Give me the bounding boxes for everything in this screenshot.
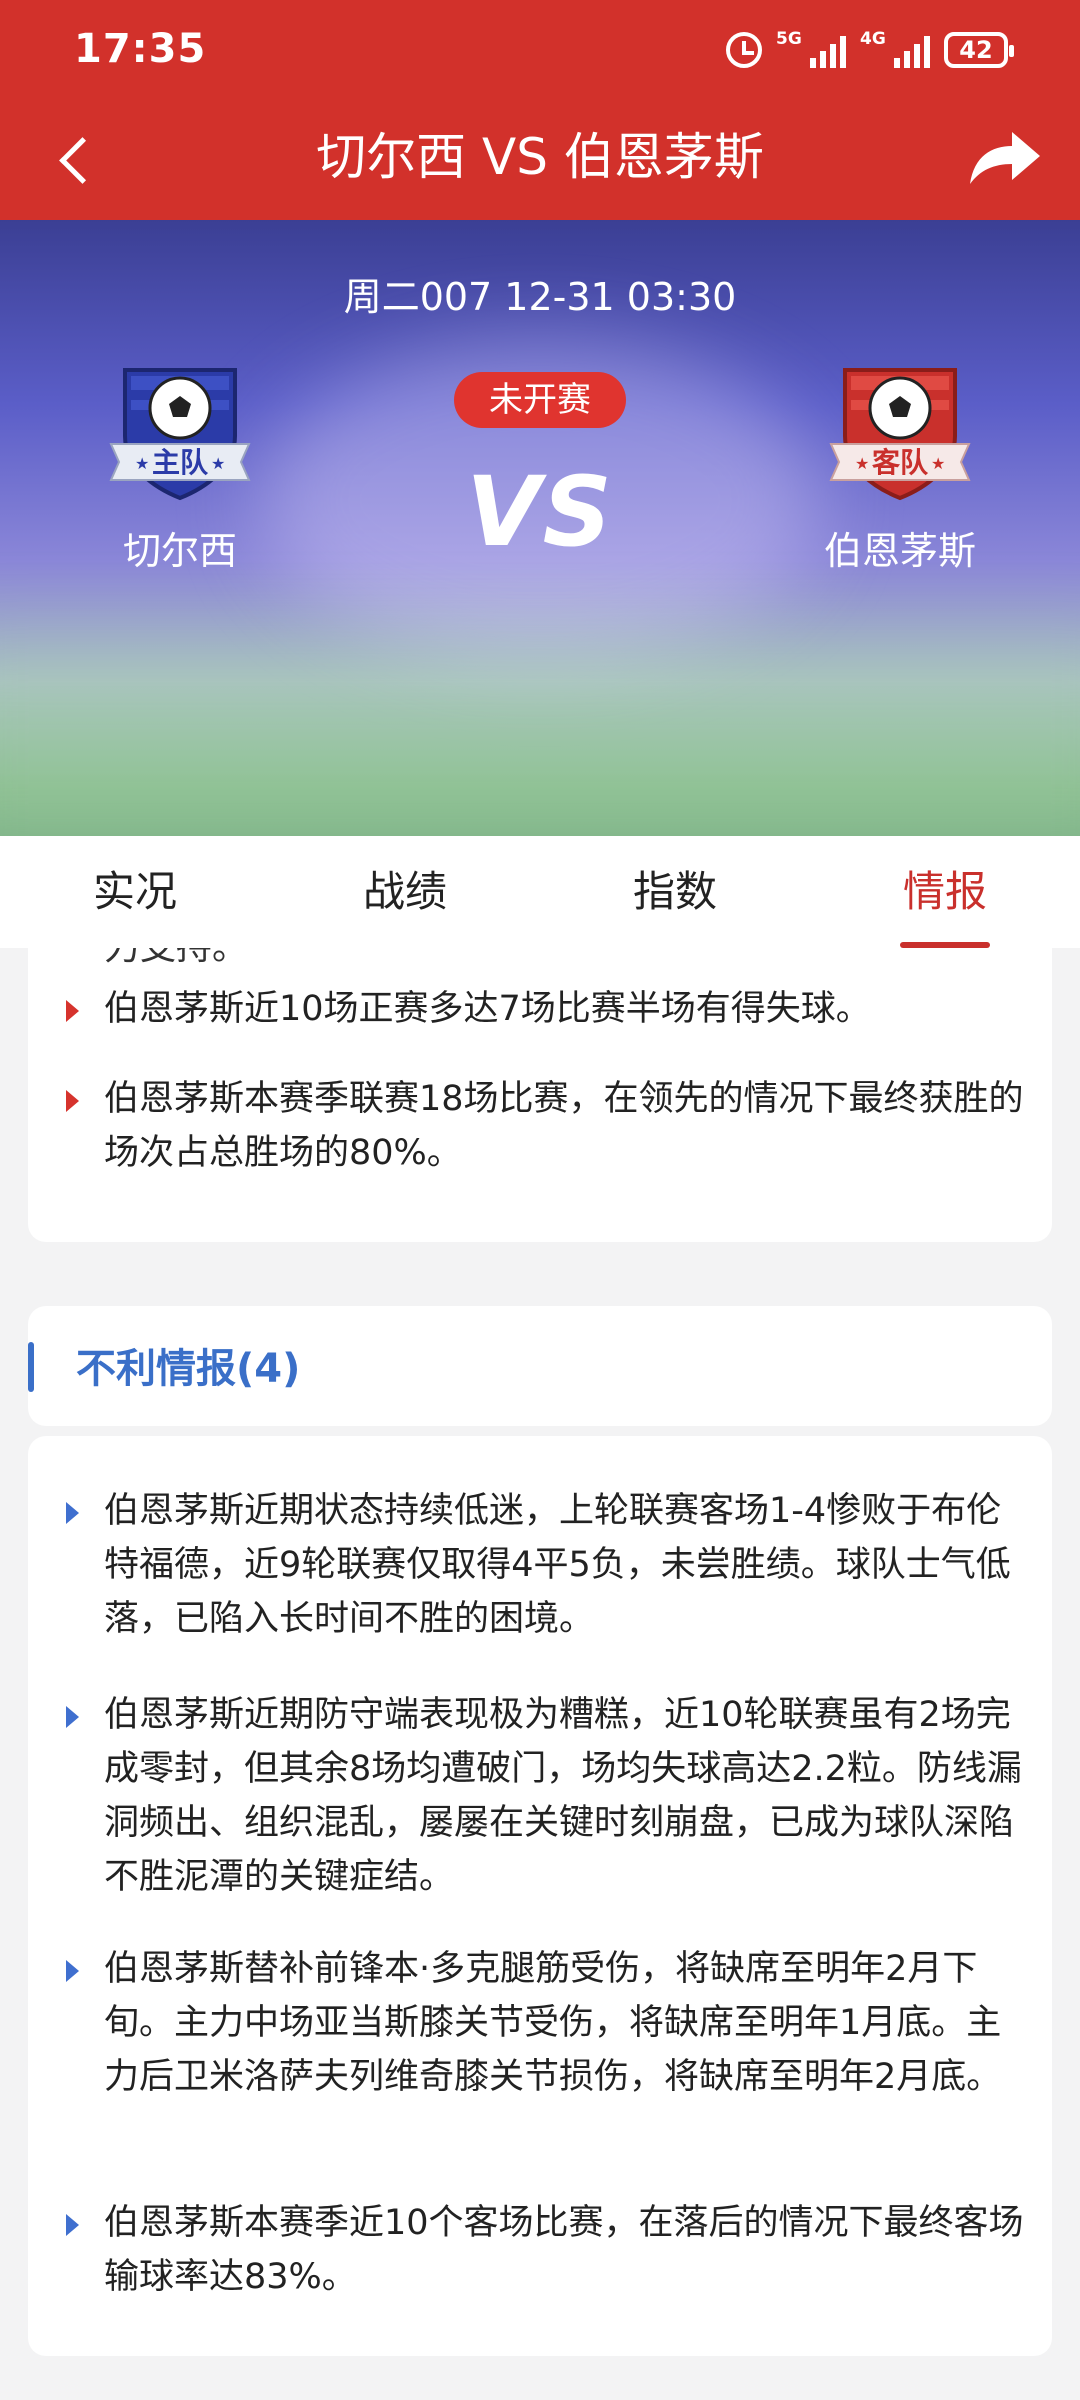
bullet-red-icon (66, 1000, 79, 1022)
list-item: 伯恩茅斯近期状态持续低迷，上轮联赛客场1-4惨败于布伦特福德，近9轮联赛仅取得4… (66, 1484, 1034, 1646)
list-item: 伯恩茅斯本赛季联赛18场比赛，在领先的情况下最终获胜的场次占总胜场的80%。 (66, 1072, 1034, 1180)
list-item-text: 伯恩茅斯本赛季近10个客场比赛，在落后的情况下最终客场输球率达83%。 (104, 2203, 1024, 2297)
tab-intel[interactable]: 情报 (810, 836, 1080, 948)
signal-5g-label: 5G (776, 29, 802, 49)
list-item: 伯恩茅斯近10场正赛多达7场比赛半场有得失球。 (66, 982, 1034, 1036)
list-item-text: 伯恩茅斯近10场正赛多达7场比赛半场有得失球。 (104, 989, 871, 1029)
battery-icon: 42 (944, 32, 1014, 68)
signal-4g-label: 4G (860, 29, 886, 49)
signal-4g-icon: 4G (860, 29, 930, 68)
list-item-text: 伯恩茅斯近期防守端表现极为糟糕，近10轮联赛虽有2场完成零封，但其余8场均遭破门… (104, 1695, 1022, 1897)
bullet-blue-icon (66, 1706, 79, 1728)
svg-text:★: ★ (855, 454, 869, 473)
bullet-red-icon (66, 1090, 79, 1112)
share-icon (970, 132, 1040, 184)
section-accent-bar (28, 1342, 34, 1392)
favorable-intel-card: 力支持。 伯恩茅斯近10场正赛多达7场比赛半场有得失球。 伯恩茅斯本赛季联赛18… (28, 948, 1052, 1242)
match-datetime: 周二007 12-31 03:30 (343, 275, 737, 319)
page-title: 切尔西 VS 伯恩茅斯 (316, 128, 764, 186)
bullet-blue-icon (66, 1502, 79, 1524)
nav-bar: 切尔西 VS 伯恩茅斯 (0, 100, 1080, 220)
svg-text:★: ★ (931, 454, 945, 473)
list-item-text: 伯恩茅斯本赛季联赛18场比赛，在领先的情况下最终获胜的场次占总胜场的80%。 (104, 1079, 1024, 1173)
share-button[interactable] (964, 126, 1044, 190)
list-item-text: 伯恩茅斯近期状态持续低迷，上轮联赛客场1-4惨败于布伦特福德，近9轮联赛仅取得4… (104, 1491, 1011, 1639)
bullet-blue-icon (66, 2214, 79, 2236)
intel-content[interactable]: 力支持。 伯恩茅斯近10场正赛多达7场比赛半场有得失球。 伯恩茅斯本赛季联赛18… (0, 948, 1080, 2400)
app-header: 17:35 5G 4G 42 切尔西 VS 伯恩茅斯 (0, 0, 1080, 220)
status-bar: 17:35 5G 4G 42 (0, 0, 1080, 100)
bullet-blue-icon (66, 1960, 79, 1982)
unfavorable-intel-card: 伯恩茅斯近期状态持续低迷，上轮联赛客场1-4惨败于布伦特福德，近9轮联赛仅取得4… (28, 1436, 1052, 2356)
unfavorable-section-header: 不利情报(4) (28, 1306, 1052, 1426)
tab-record[interactable]: 战绩 (270, 836, 540, 948)
status-icons: 5G 4G 42 (726, 28, 1014, 72)
match-hero: 周二007 12-31 03:30 ★ ★ 主队 切尔西 未开赛 VS ★ ★ … (0, 220, 1080, 836)
status-time: 17:35 (74, 26, 207, 72)
alarm-icon (726, 32, 762, 68)
tab-odds[interactable]: 指数 (540, 836, 810, 948)
list-item-text: 伯恩茅斯替补前锋本·多克腿筋受伤，将缺席至明年2月下旬。主力中场亚当斯膝关节受伤… (104, 1949, 1002, 2097)
away-team-crest-icon: ★ ★ 客队 (829, 368, 971, 501)
away-team-name: 伯恩茅斯 (823, 529, 976, 573)
tab-bar: 实况 战绩 指数 情报 (0, 836, 1080, 948)
list-item: 伯恩茅斯本赛季近10个客场比赛，在落后的情况下最终客场输球率达83%。 (66, 2196, 1034, 2304)
section-title: 不利情报(4) (76, 1346, 301, 1392)
list-item: 伯恩茅斯替补前锋本·多克腿筋受伤，将缺席至明年2月下旬。主力中场亚当斯膝关节受伤… (66, 1942, 1034, 2104)
cut-off-text: 力支持。 (104, 948, 248, 970)
hero-glow-grass (0, 640, 1080, 836)
away-badge-label: 客队 (872, 446, 929, 479)
away-team[interactable]: ★ ★ 客队 伯恩茅斯 (780, 356, 1020, 575)
tab-live[interactable]: 实况 (0, 836, 270, 948)
list-item: 伯恩茅斯近期防守端表现极为糟糕，近10轮联赛虽有2场完成零封，但其余8场均遭破门… (66, 1688, 1034, 1904)
signal-5g-icon: 5G (776, 29, 846, 68)
match-status-badge: 未开赛 (454, 372, 626, 428)
